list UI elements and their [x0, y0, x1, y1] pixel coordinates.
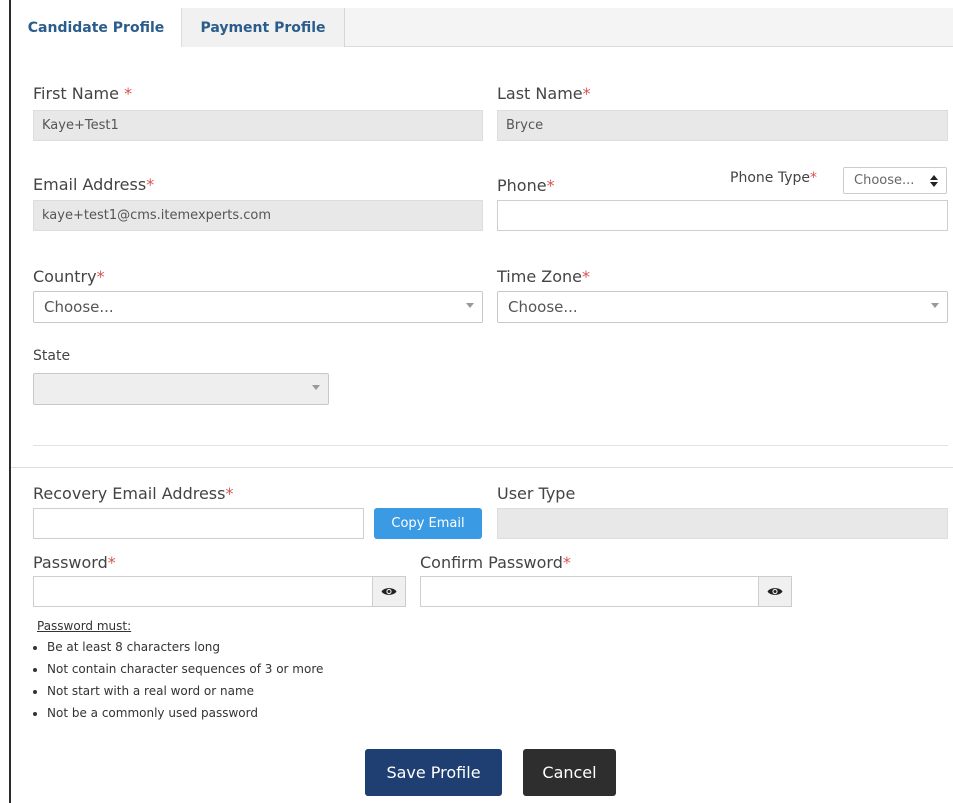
- eye-icon: [767, 588, 783, 595]
- show-password-button[interactable]: [373, 576, 406, 607]
- tab-payment-profile[interactable]: Payment Profile: [182, 8, 345, 47]
- required-marker: *: [96, 267, 105, 286]
- time-zone-label: Time Zone*: [497, 267, 590, 286]
- required-marker: *: [124, 84, 133, 103]
- caret-down-icon: [312, 385, 320, 390]
- country-select[interactable]: Choose...: [33, 291, 483, 323]
- first-name-label: First Name *: [33, 84, 133, 103]
- section-divider: [33, 445, 948, 446]
- cancel-button[interactable]: Cancel: [523, 749, 616, 796]
- recovery-email-field[interactable]: [33, 508, 364, 539]
- tab-candidate-profile[interactable]: Candidate Profile: [11, 8, 182, 47]
- eye-icon: [381, 588, 397, 595]
- time-zone-select[interactable]: Choose...: [497, 291, 948, 323]
- first-name-field[interactable]: Kaye+Test1: [33, 110, 483, 141]
- password-rule: Not contain character sequences of 3 or …: [47, 661, 323, 683]
- caret-down-icon: [931, 303, 939, 308]
- section-divider: [11, 467, 953, 468]
- user-type-label: User Type: [497, 484, 576, 503]
- password-rules-list: Be at least 8 characters long Not contai…: [33, 639, 323, 727]
- confirm-password-label: Confirm Password*: [420, 553, 571, 572]
- state-select[interactable]: [33, 373, 329, 405]
- confirm-password-field[interactable]: [420, 576, 759, 607]
- sort-updown-icon: [930, 175, 938, 187]
- password-rule: Not start with a real word or name: [47, 683, 323, 705]
- phone-type-select[interactable]: Choose...: [843, 167, 947, 194]
- last-name-label: Last Name*: [497, 84, 591, 103]
- state-label: State: [33, 348, 71, 364]
- phone-type-label: Phone Type*: [730, 170, 817, 186]
- required-marker: *: [146, 175, 155, 194]
- email-field[interactable]: kaye+test1@cms.itemexperts.com: [33, 200, 483, 231]
- tab-label: Candidate Profile: [27, 19, 165, 36]
- tab-label: Payment Profile: [200, 19, 326, 36]
- copy-email-button[interactable]: Copy Email: [374, 508, 482, 539]
- email-label: Email Address*: [33, 175, 155, 194]
- show-confirm-password-button[interactable]: [759, 576, 792, 607]
- phone-field[interactable]: [497, 200, 948, 231]
- save-profile-button[interactable]: Save Profile: [365, 749, 502, 796]
- required-marker: *: [581, 267, 590, 286]
- country-label: Country*: [33, 267, 105, 286]
- password-rule: Be at least 8 characters long: [47, 639, 323, 661]
- required-marker: *: [107, 553, 116, 572]
- required-marker: *: [225, 484, 234, 503]
- required-marker: *: [582, 84, 591, 103]
- password-rule: Not be a commonly used password: [47, 705, 323, 727]
- required-marker: *: [546, 176, 555, 195]
- user-type-field[interactable]: [497, 508, 948, 539]
- required-marker: *: [809, 170, 817, 186]
- recovery-email-label: Recovery Email Address*: [33, 484, 234, 503]
- required-marker: *: [562, 553, 571, 572]
- password-label: Password*: [33, 553, 116, 572]
- phone-label: Phone*: [497, 176, 555, 195]
- password-rules-title: Password must:: [37, 619, 132, 633]
- last-name-field[interactable]: Bryce: [497, 110, 948, 141]
- password-field[interactable]: [33, 576, 373, 607]
- caret-down-icon: [466, 303, 474, 308]
